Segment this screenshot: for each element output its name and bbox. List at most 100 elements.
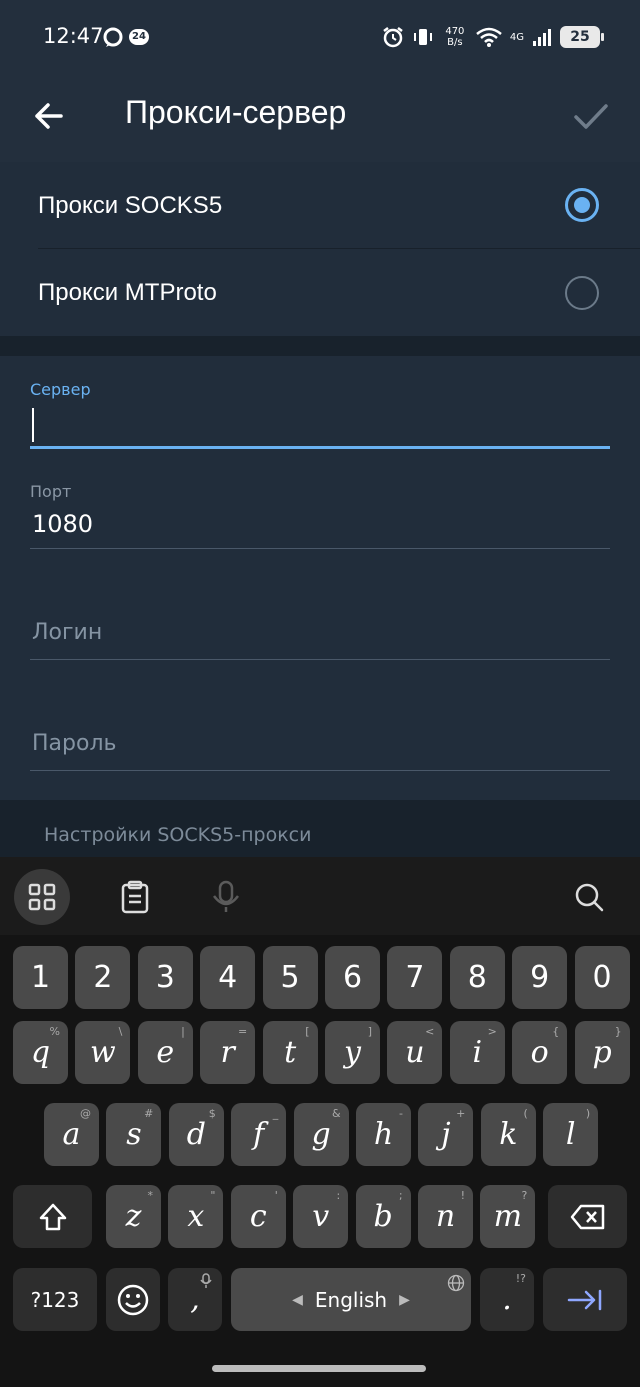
symbols-key[interactable]: ?123 — [13, 1268, 97, 1331]
keyboard-key[interactable]: :v — [293, 1185, 349, 1248]
key-hint: + — [456, 1107, 466, 1120]
key-label: u — [405, 1035, 425, 1070]
keyboard-key[interactable]: 8 — [449, 946, 505, 1009]
search-icon[interactable] — [561, 869, 617, 925]
keyboard-key[interactable]: 0 — [574, 946, 630, 1009]
key-hint: > — [487, 1025, 497, 1038]
server-field[interactable]: Сервер — [30, 378, 610, 450]
keyboard-key[interactable]: ; b — [355, 1185, 411, 1248]
keyboard-key[interactable]: 4 — [200, 946, 256, 1009]
keyboard-key[interactable]: = r — [200, 1021, 256, 1084]
password-field[interactable]: Пароль — [30, 729, 610, 773]
keyboard-key[interactable]: " x — [168, 1185, 224, 1248]
key-label: 7 — [405, 960, 425, 995]
port-label: Порт — [30, 482, 72, 501]
key-label: j — [441, 1117, 451, 1152]
keyboard-key[interactable]: ' c — [230, 1185, 286, 1248]
emoji-key[interactable] — [106, 1268, 160, 1331]
key-hint: ' — [274, 1189, 278, 1202]
password-input[interactable]: Пароль — [32, 731, 116, 756]
proxy-type-mtproto-option[interactable]: Прокси MTProto — [0, 249, 640, 336]
socks5-settings-caption: Настройки SOCKS5-прокси — [44, 824, 312, 846]
key-label: g — [311, 1117, 331, 1152]
apps-grid-icon[interactable] — [14, 869, 70, 925]
keyboard-key[interactable]: > i — [449, 1021, 505, 1084]
space-key[interactable]: ◀ English ▶ — [231, 1268, 471, 1331]
port-field[interactable]: Порт 1080 — [30, 480, 610, 550]
proxy-type-label: Прокси MTProto — [38, 279, 217, 306]
keyboard-key[interactable]: 2 — [75, 946, 131, 1009]
keyboard-key[interactable]: ) l — [543, 1103, 599, 1166]
signal-icon — [533, 29, 551, 46]
key-label: 1 — [30, 960, 51, 995]
keyboard-key[interactable]: 1 — [13, 946, 68, 1009]
key-label: 2 — [93, 960, 113, 995]
keyboard-key[interactable]: [t — [262, 1021, 318, 1084]
microphone-icon[interactable] — [198, 869, 254, 925]
port-input[interactable]: 1080 — [32, 510, 93, 538]
globe-icon — [447, 1274, 465, 1292]
period-key[interactable]: !? . — [480, 1268, 534, 1331]
port-underline — [30, 548, 610, 549]
gesture-navigation-bar[interactable] — [212, 1365, 426, 1372]
key-label: k — [499, 1117, 518, 1152]
keyboard-key[interactable]: ! n — [418, 1185, 473, 1248]
keyboard-key[interactable]: } p — [574, 1021, 630, 1084]
key-hint: = — [237, 1025, 248, 1038]
keyboard-key[interactable]: $ d — [168, 1103, 224, 1166]
keyboard-key[interactable]: 6 — [325, 946, 380, 1009]
keyboard-key[interactable]: * z — [106, 1185, 161, 1248]
status-bar: 12:47 24 470 B/s 4G 25 — [0, 0, 640, 72]
section-separator — [0, 336, 640, 356]
keyboard-key[interactable]: ] y — [325, 1021, 380, 1084]
keyboard-key[interactable]: & g — [293, 1103, 349, 1166]
chat-bubble-icon — [103, 27, 123, 47]
clipboard-icon[interactable] — [107, 869, 163, 925]
radio-selected-icon[interactable] — [565, 188, 599, 222]
key-hint: : — [336, 1189, 341, 1202]
key-label: 3 — [155, 960, 175, 995]
keyboard-key[interactable]: 5 — [262, 946, 318, 1009]
radio-unselected-icon[interactable] — [565, 276, 599, 310]
key-label: b — [373, 1199, 393, 1234]
back-arrow-icon[interactable] — [28, 94, 72, 138]
key-label: 9 — [530, 960, 550, 995]
keyboard-key[interactable]: % q — [13, 1021, 68, 1084]
keyboard-key[interactable]: ? m — [480, 1185, 536, 1248]
keyboard-key[interactable]: @ a — [44, 1103, 99, 1166]
keyboard-key[interactable]: < u — [387, 1021, 443, 1084]
keyboard-key[interactable]: (k — [480, 1103, 536, 1166]
login-field[interactable]: Логин — [30, 618, 610, 662]
key-hint: | — [181, 1025, 185, 1038]
keyboard-key[interactable]: -h — [356, 1103, 411, 1166]
proxy-settings-form: Сервер Порт 1080 Логин Пароль — [0, 356, 640, 800]
left-chevron-icon: ◀ — [292, 1291, 303, 1308]
key-label: z — [125, 1199, 142, 1234]
key-hint: - — [399, 1107, 403, 1120]
backspace-key[interactable] — [548, 1185, 627, 1248]
key-label: q — [30, 1035, 51, 1070]
keyboard-key[interactable]: | e — [137, 1021, 193, 1084]
login-input[interactable]: Логин — [32, 620, 102, 645]
checkmark-icon[interactable] — [566, 94, 616, 138]
shift-key[interactable] — [13, 1185, 92, 1248]
keyboard-key[interactable]: 9 — [512, 946, 568, 1009]
key-label: y — [344, 1035, 361, 1070]
proxy-type-label: Прокси SOCKS5 — [38, 192, 223, 219]
keyboard-key[interactable]: {o — [512, 1021, 568, 1084]
keyboard-key[interactable]: 7 — [387, 946, 443, 1009]
keyboard-key[interactable]: 3 — [137, 946, 193, 1009]
keyboard-key[interactable]: + j — [418, 1103, 474, 1166]
next-field-key[interactable] — [543, 1268, 627, 1331]
key-label: l — [565, 1117, 576, 1152]
notification-count-badge: 24 — [129, 29, 149, 45]
keyboard-key[interactable]: _ f — [231, 1103, 287, 1166]
proxy-type-section: Прокси SOCKS5 Прокси MTProto — [0, 162, 640, 336]
proxy-type-socks5-option[interactable]: Прокси SOCKS5 — [0, 162, 640, 249]
key-hint: ; — [398, 1189, 403, 1202]
keyboard-key[interactable]: # s — [106, 1103, 162, 1166]
key-label: 4 — [218, 960, 238, 995]
comma-key[interactable]: , — [168, 1268, 222, 1331]
keyboard-key[interactable]: \ w — [75, 1021, 131, 1084]
battery-indicator: 25 — [560, 26, 604, 48]
